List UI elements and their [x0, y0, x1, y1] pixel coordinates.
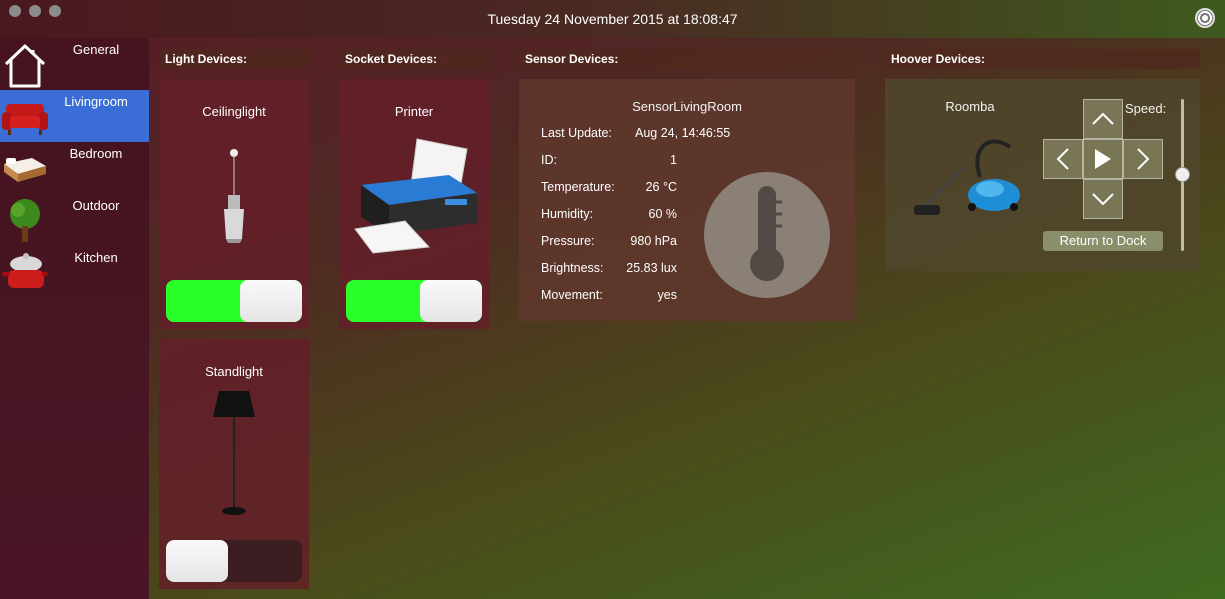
toggle-knob[interactable] — [166, 540, 228, 582]
toggle-knob[interactable] — [420, 280, 482, 322]
sensor-name: SensorLivingRoom — [632, 99, 742, 114]
sensor-value: 980 hPa — [630, 234, 677, 248]
sidebar-item-label: Livingroom — [64, 94, 128, 109]
device-name: Ceilinglight — [202, 104, 266, 119]
settings-icon[interactable] — [1195, 8, 1215, 28]
sidebar-item-livingroom[interactable]: Livingroom — [0, 90, 149, 142]
device-card-standlight: Standlight — [159, 339, 309, 589]
sensor-row-movement: Movement: yes — [541, 288, 677, 302]
sensor-label: Humidity: — [541, 207, 594, 221]
toggle-knob[interactable] — [240, 280, 302, 322]
sensor-label: Last Update: — [541, 126, 612, 140]
sensor-row-temperature: Temperature: 26 °C — [541, 180, 677, 194]
chevron-down-icon — [1092, 193, 1114, 206]
window-controls — [9, 5, 61, 17]
move-up-button[interactable] — [1083, 99, 1123, 139]
sensor-value: 1 — [670, 153, 677, 167]
sensor-devices-header: Sensor Devices: — [519, 49, 855, 69]
sensor-row-last-update: Last Update: Aug 24, 14:46:55 — [541, 126, 730, 140]
sensor-label: Temperature: — [541, 180, 615, 194]
sensor-row-brightness: Brightness: 25.83 lux — [541, 261, 677, 275]
sensor-label: Movement: — [541, 288, 603, 302]
sensor-value: 60 % — [648, 207, 678, 221]
start-button[interactable] — [1083, 139, 1123, 179]
sidebar-item-label: General — [72, 42, 120, 57]
printer-toggle[interactable] — [346, 280, 482, 322]
ceiling-lamp-icon — [224, 149, 244, 243]
hoover-name: Roomba — [945, 99, 995, 114]
sensor-value: yes — [657, 288, 677, 302]
move-down-button[interactable] — [1083, 179, 1123, 219]
sidebar-item-kitchen[interactable]: Kitchen — [0, 246, 149, 298]
bed-icon — [4, 158, 46, 182]
sidebar-item-label: Outdoor — [72, 198, 120, 213]
move-right-button[interactable] — [1123, 139, 1163, 179]
sensor-label: Pressure: — [541, 234, 595, 248]
device-card-printer: Printer — [339, 79, 489, 329]
tree-icon — [10, 199, 40, 242]
datetime-label: Tuesday 24 November 2015 at 18:08:47 — [487, 11, 738, 27]
sensor-row-id: ID: 1 — [541, 153, 677, 167]
close-window-button[interactable] — [9, 5, 21, 17]
cooking-pot-icon — [2, 253, 48, 288]
sidebar-item-label: Kitchen — [74, 250, 118, 265]
chevron-right-icon — [1137, 148, 1150, 170]
device-name: Printer — [394, 104, 434, 119]
device-card-ceilinglight: Ceilinglight — [159, 79, 309, 329]
house-icon — [4, 44, 46, 88]
sensor-row-humidity: Humidity: 60 % — [541, 207, 677, 221]
sidebar-item-bedroom[interactable]: Bedroom — [0, 142, 149, 194]
sensor-value: 25.83 lux — [626, 261, 677, 275]
thermometer-icon — [704, 172, 830, 298]
chevron-up-icon — [1092, 112, 1114, 125]
chevron-left-icon — [1056, 148, 1069, 170]
device-name: Standlight — [205, 364, 263, 379]
sidebar-item-general[interactable]: General — [0, 38, 149, 90]
standlight-toggle[interactable] — [166, 540, 302, 582]
sensor-value: 26 °C — [645, 180, 677, 194]
move-left-button[interactable] — [1043, 139, 1083, 179]
sensor-card-livingroom: SensorLivingRoom Last Update: Aug 24, 14… — [519, 79, 855, 321]
vacuum-cleaner-icon — [914, 139, 1020, 215]
room-sidebar: General Livingroom Bedroom Outdoor Kitch… — [0, 38, 149, 599]
minimize-window-button[interactable] — [29, 5, 41, 17]
sofa-icon — [2, 104, 48, 135]
zoom-window-button[interactable] — [49, 5, 61, 17]
light-devices-header: Light Devices: — [159, 49, 309, 69]
hoover-devices-header: Hoover Devices: — [885, 49, 1200, 69]
title-bar: Tuesday 24 November 2015 at 18:08:47 — [0, 0, 1225, 38]
floor-lamp-icon — [213, 391, 255, 515]
sensor-label: Brightness: — [541, 261, 604, 275]
sensor-label: ID: — [541, 153, 557, 167]
return-to-dock-button[interactable]: Return to Dock — [1043, 231, 1163, 251]
printer-icon — [354, 138, 477, 254]
sidebar-item-label: Bedroom — [69, 146, 123, 161]
ceilinglight-toggle[interactable] — [166, 280, 302, 322]
sensor-value: Aug 24, 14:46:55 — [635, 126, 731, 140]
sensor-row-pressure: Pressure: 980 hPa — [541, 234, 677, 248]
play-icon — [1095, 149, 1111, 169]
speed-slider-knob[interactable] — [1175, 167, 1190, 182]
speed-label: Speed: — [1125, 101, 1167, 116]
socket-devices-header: Socket Devices: — [339, 49, 489, 69]
sidebar-item-outdoor[interactable]: Outdoor — [0, 194, 149, 246]
